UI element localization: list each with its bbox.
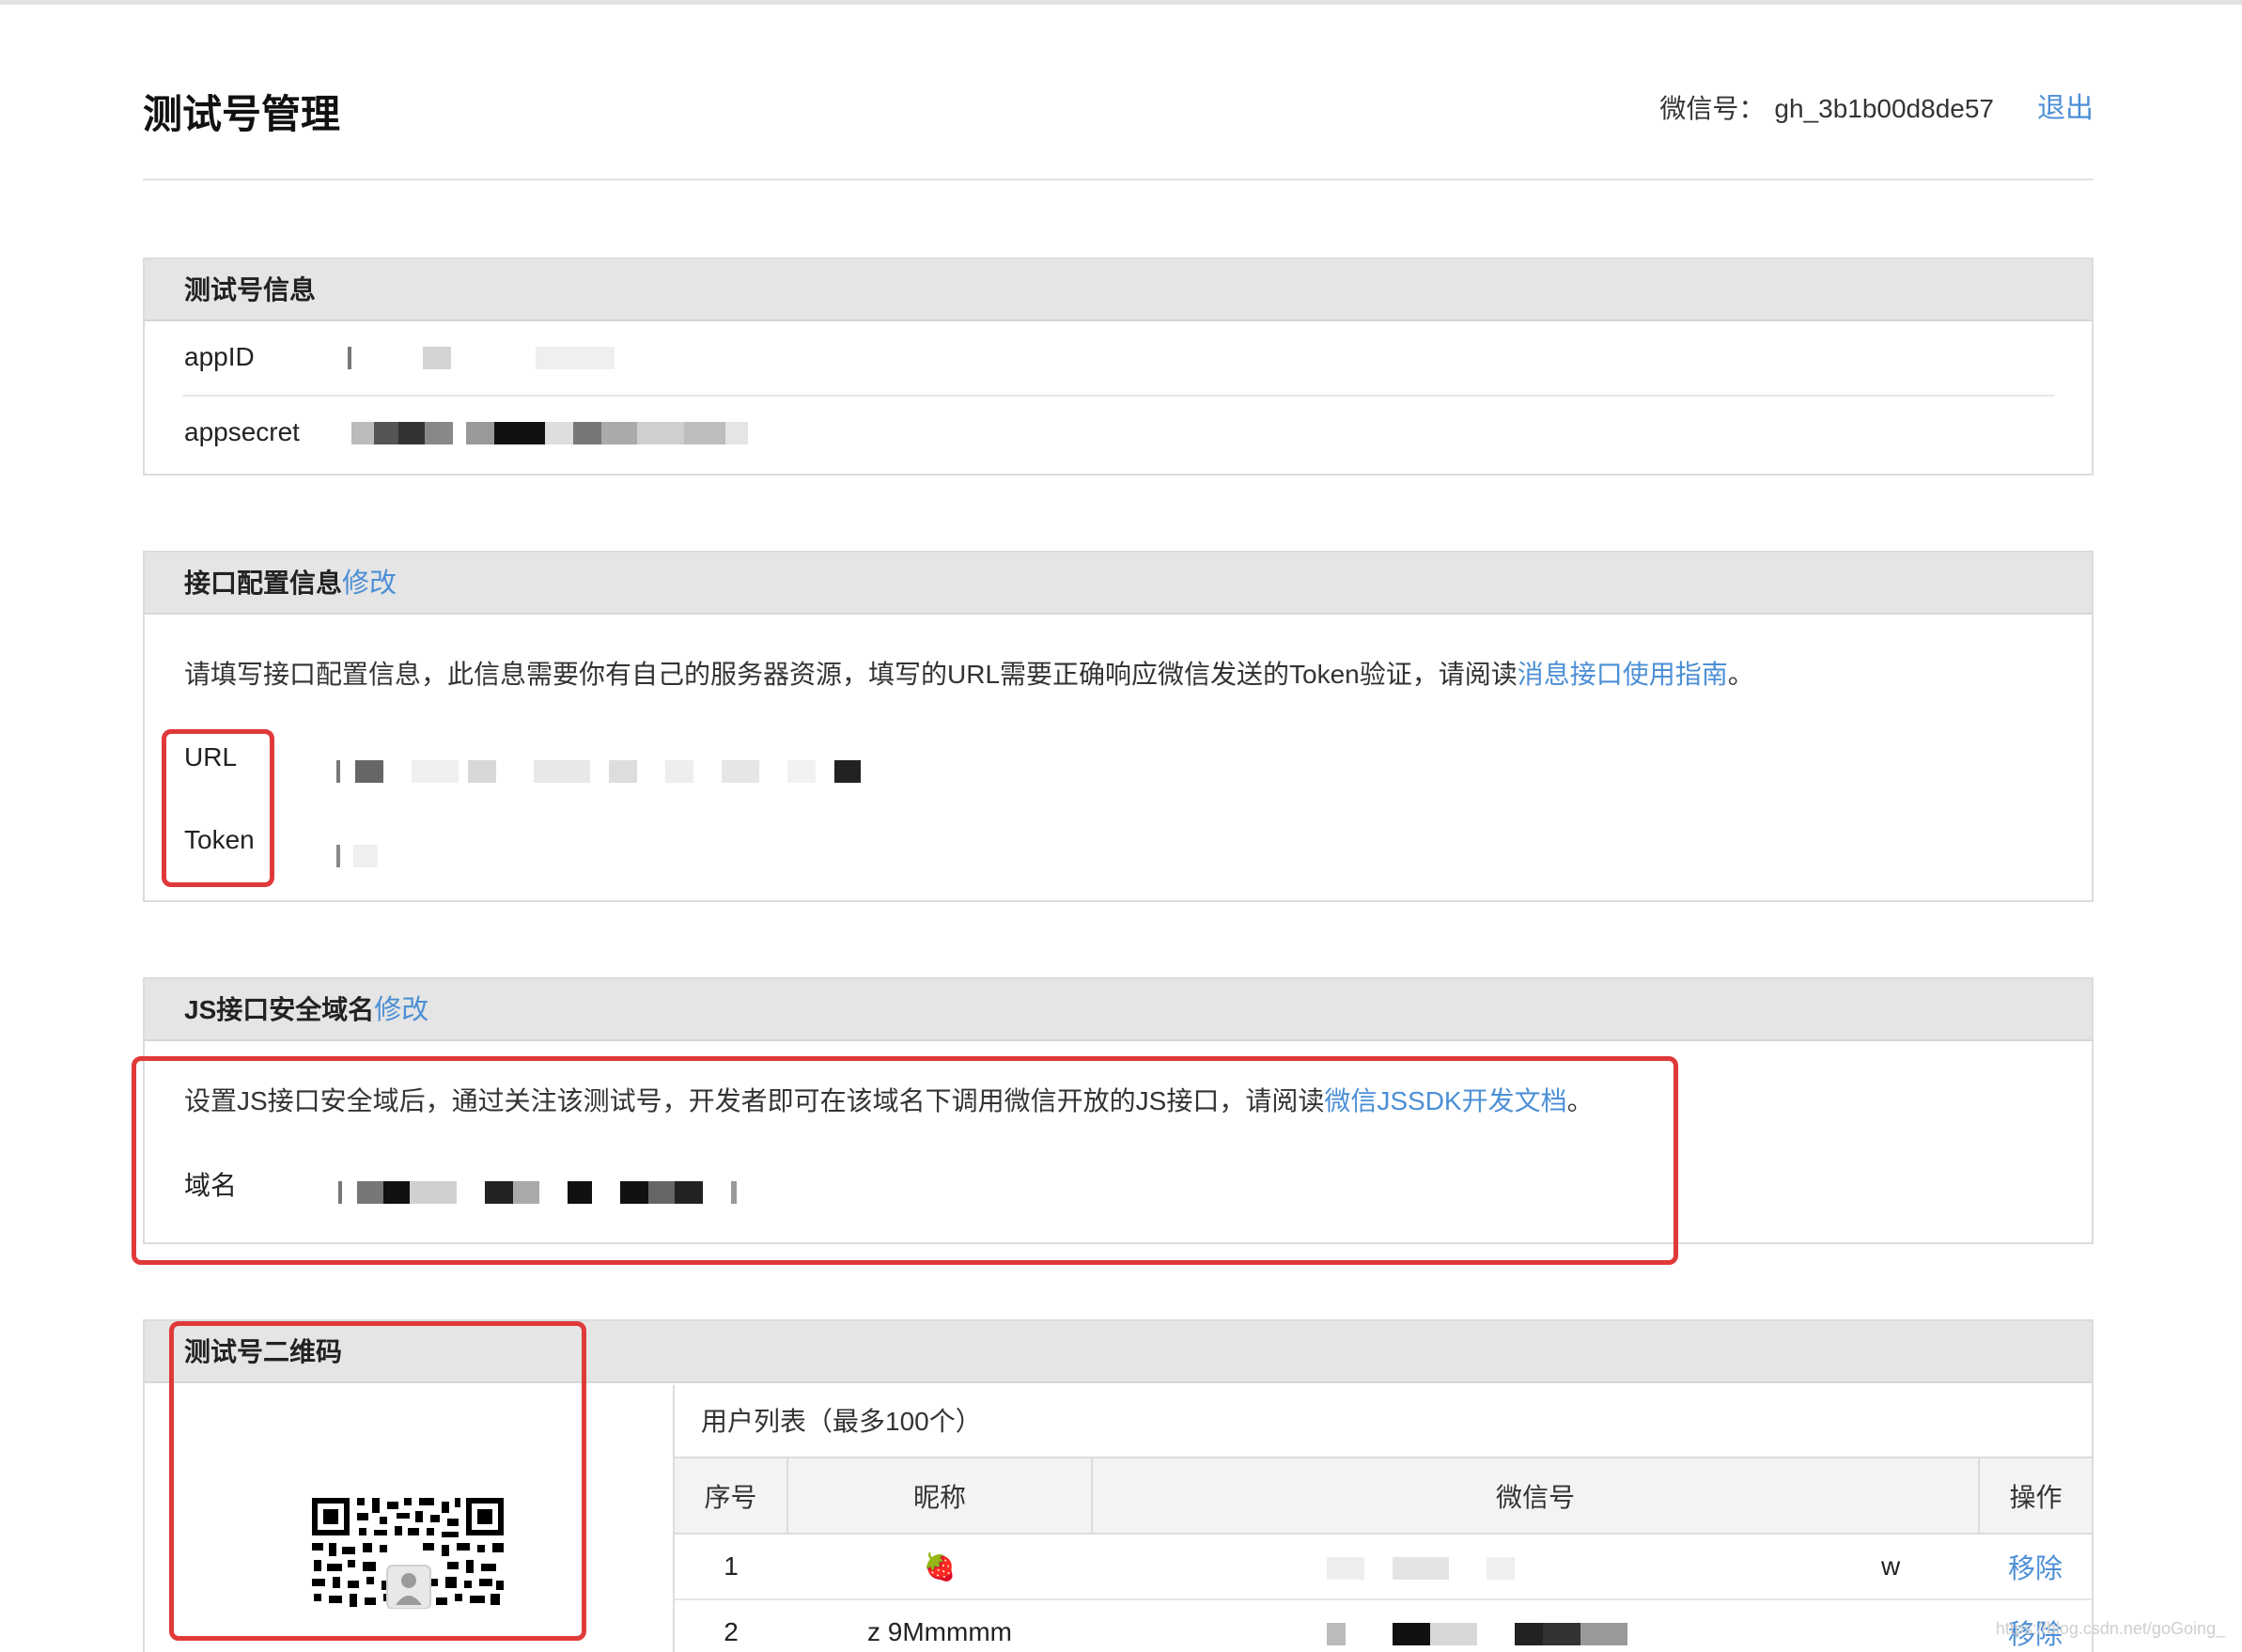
- interface-config-edit-link[interactable]: 修改: [342, 569, 397, 599]
- page-title: 测试号管理: [143, 91, 341, 137]
- wechat-id-masked: [1327, 1623, 1627, 1645]
- appid-label: appID: [184, 342, 255, 371]
- wechat-id-suffix: w: [1881, 1551, 1901, 1581]
- interface-config-desc: 请填写接口配置信息，此信息需要你有自己的服务器资源，填写的URL需要正确响应微信…: [184, 654, 1754, 692]
- token-value-masked: [336, 844, 378, 868]
- top-border: [0, 0, 2242, 5]
- row-wechat-id: w: [1092, 1534, 1979, 1600]
- annotation-box-url-token: [162, 729, 274, 887]
- col-nickname: 昵称: [787, 1458, 1093, 1535]
- row-wechat-id: [1092, 1599, 1979, 1652]
- user-list-title: 用户列表（最多100个）: [675, 1385, 2092, 1458]
- message-guide-link[interactable]: 消息接口使用指南: [1518, 660, 1728, 689]
- url-value-masked: [336, 759, 861, 784]
- interface-config-panel: 接口配置信息修改 请填写接口配置信息，此信息需要你有自己的服务器资源，填写的UR…: [143, 551, 2094, 902]
- watermark: https://blog.csdn.net/goGoing_: [1995, 1619, 2225, 1638]
- account-id: gh_3b1b00d8de57: [1774, 94, 1994, 123]
- desc-period: 。: [1727, 660, 1754, 689]
- page-header: 测试号管理 微信号： gh_3b1b00d8de57 退出: [143, 56, 2094, 180]
- row-index: 1: [675, 1534, 787, 1600]
- row-nickname: 🍓: [787, 1534, 1092, 1600]
- wechat-id-masked: [1327, 1557, 1515, 1580]
- col-action: 操作: [1979, 1458, 2092, 1535]
- remove-user-button[interactable]: 移除: [2008, 1554, 2063, 1584]
- js-domain-title: JS接口安全域名: [184, 995, 375, 1024]
- annotation-box-js-domain: [132, 1056, 1678, 1265]
- account-label: 微信号：: [1659, 94, 1766, 123]
- interface-config-desc-text: 请填写接口配置信息，此信息需要你有自己的服务器资源，填写的URL需要正确响应微信…: [184, 660, 1518, 689]
- table-row: 1 🍓 w 移除: [675, 1534, 2092, 1600]
- appsecret-row: appsecret: [182, 397, 2054, 472]
- table-row: 2 z 9Mmmmm 移除: [675, 1599, 2092, 1652]
- test-info-title: 测试号信息: [145, 259, 2092, 321]
- row-nickname: z 9Mmmmm: [787, 1599, 1092, 1652]
- appsecret-value-masked: [351, 421, 748, 445]
- user-table: 序号 昵称 微信号 操作 1 🍓 w 移除 2 z 9Mmmmm 移除: [675, 1458, 2092, 1652]
- interface-config-title: 接口配置信息: [184, 569, 343, 598]
- test-info-panel: 测试号信息 appID appsecret: [143, 257, 2094, 475]
- js-domain-header: JS接口安全域名修改: [145, 979, 2092, 1041]
- appid-value-masked: [348, 346, 615, 370]
- row-index: 2: [675, 1599, 787, 1652]
- appid-row: appID: [182, 321, 2054, 397]
- interface-config-header: 接口配置信息修改: [145, 553, 2092, 615]
- account-info: 微信号： gh_3b1b00d8de57 退出: [1659, 85, 2094, 126]
- js-domain-edit-link[interactable]: 修改: [374, 995, 428, 1025]
- annotation-box-qrcode: [169, 1321, 586, 1641]
- appsecret-label: appsecret: [184, 417, 300, 446]
- logout-link[interactable]: 退出: [2037, 93, 2094, 124]
- col-wechat-id: 微信号: [1092, 1458, 1980, 1535]
- col-index: 序号: [675, 1458, 788, 1535]
- user-table-header: 序号 昵称 微信号 操作: [675, 1458, 2092, 1535]
- user-list: 用户列表（最多100个） 序号 昵称 微信号 操作 1 🍓 w 移除 2 z 9…: [675, 1385, 2092, 1652]
